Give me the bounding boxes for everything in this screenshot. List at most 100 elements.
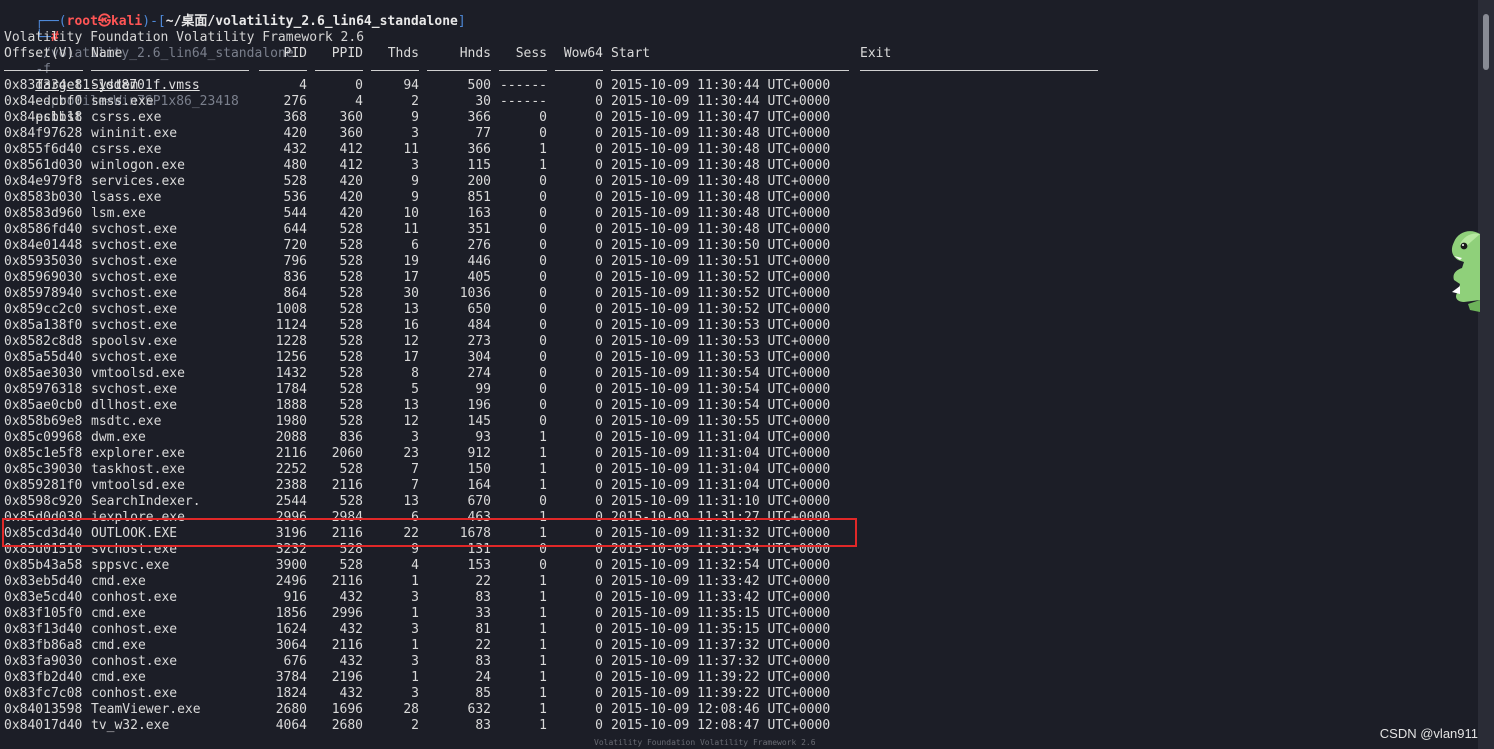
cell-thds: 6 <box>411 238 419 253</box>
cell-hnds: 145 <box>467 414 491 429</box>
terminal-window[interactable]: ┌──(root㉿kali)-[~/桌面/volatility_2.6_lin6… <box>0 0 1478 749</box>
cell-thds: 4 <box>411 558 419 573</box>
cell-sess: 1 <box>539 606 547 621</box>
cell-sess: 0 <box>539 366 547 381</box>
scrollbar-thumb[interactable] <box>1483 14 1489 70</box>
cell-sess: 0 <box>539 110 547 125</box>
cell-start: 2015-10-09 11:30:48 UTC+0000 <box>611 126 831 141</box>
cell-ppid: 2116 <box>331 638 363 653</box>
cell-pid: 480 <box>283 158 307 173</box>
cell-ppid: 432 <box>339 590 363 605</box>
process-row: 0x859281f0 vmtoolsd.exe 2388 2116 7 164 1 0 2015… <box>0 478 1200 494</box>
cell-offset: 0x85c39030 <box>4 462 83 477</box>
cell-thds: 9 <box>411 174 419 189</box>
cell-wow64: 0 <box>595 238 603 253</box>
process-row: 0x85c09968 dwm.exe 2088 836 3 93 1 0 2015-10-09 … <box>0 430 1200 446</box>
terminal-scrollbar[interactable] <box>1478 0 1494 749</box>
cell-name: dwm.exe <box>91 430 146 445</box>
cell-offset: 0x84e01448 <box>4 238 83 253</box>
process-row: 0x85969030 svchost.exe 836 528 17 405 0 0 2015-1… <box>0 270 1200 286</box>
cell-start: 2015-10-09 11:30:53 UTC+0000 <box>611 334 831 349</box>
cell-name: csrss.exe <box>91 142 162 157</box>
cell-name: svchost.exe <box>91 350 178 365</box>
cell-hnds: 304 <box>467 350 491 365</box>
cell-sess: 1 <box>539 670 547 685</box>
header-underline-start <box>611 70 849 71</box>
cell-sess: 1 <box>539 590 547 605</box>
cell-ppid: 836 <box>339 430 363 445</box>
cell-sess: 0 <box>539 174 547 189</box>
cell-hnds: 77 <box>475 126 491 141</box>
cell-pid: 2680 <box>275 702 307 717</box>
cell-ppid: 432 <box>339 686 363 701</box>
cell-offset: 0x858b69e8 <box>4 414 83 429</box>
header-underline-wow64 <box>555 70 603 71</box>
cell-hnds: 153 <box>467 558 491 573</box>
cell-thds: 3 <box>411 430 419 445</box>
cell-offset: 0x8598c920 <box>4 494 83 509</box>
process-row: 0x84013598 TeamViewer.exe 2680 1696 28 632 1 0 2… <box>0 702 1200 718</box>
cell-hnds: 484 <box>467 318 491 333</box>
cell-wow64: 0 <box>595 174 603 189</box>
cell-sess: 1 <box>539 430 547 445</box>
cell-pid: 1856 <box>275 606 307 621</box>
process-row: 0x8582c8d8 spoolsv.exe 1228 528 12 273 0 0 2015-… <box>0 334 1200 350</box>
cell-offset: 0x85ae3030 <box>4 366 83 381</box>
process-row: 0x83f13d40 conhost.exe 1624 432 3 81 1 0 2015-10… <box>0 622 1200 638</box>
cell-sess: 1 <box>539 654 547 669</box>
header-start: Start <box>611 46 651 61</box>
cell-hnds: 1036 <box>459 286 491 301</box>
command-line[interactable]: └─# ./volatility_2.6_lin64_standalone -f… <box>4 14 293 125</box>
cell-name: taskhost.exe <box>91 462 185 477</box>
cell-thds: 7 <box>411 462 419 477</box>
cell-start: 2015-10-09 11:30:52 UTC+0000 <box>611 270 831 285</box>
cell-wow64: 0 <box>595 126 603 141</box>
cell-start: 2015-10-09 11:30:48 UTC+0000 <box>611 174 831 189</box>
cell-pid: 3784 <box>275 670 307 685</box>
cell-pid: 1624 <box>275 622 307 637</box>
cell-pid: 1888 <box>275 398 307 413</box>
cell-pid: 1824 <box>275 686 307 701</box>
header-underline-exit <box>860 70 1098 71</box>
cell-offset: 0x8582c8d8 <box>4 334 83 349</box>
cell-hnds: 115 <box>467 158 491 173</box>
cell-thds: 8 <box>411 366 419 381</box>
process-row: 0x83fb86a8 cmd.exe 3064 2116 1 22 1 0 2015-10-09… <box>0 638 1200 654</box>
cell-wow64: 0 <box>595 318 603 333</box>
cell-hnds: 273 <box>467 334 491 349</box>
ghost-banner-bottom: Volatility Foundation Volatility Framewo… <box>594 738 816 747</box>
cell-pid: 2496 <box>275 574 307 589</box>
cell-hnds: 500 <box>467 78 491 93</box>
process-row: 0x85935030 svchost.exe 796 528 19 446 0 0 2015-1… <box>0 254 1200 270</box>
dinosaur-mascot-icon <box>1451 231 1480 312</box>
cell-pid: 368 <box>283 110 307 125</box>
cell-offset: 0x83fb2d40 <box>4 670 83 685</box>
cell-wow64: 0 <box>595 446 603 461</box>
cell-start: 2015-10-09 11:35:15 UTC+0000 <box>611 606 831 621</box>
cell-pid: 4 <box>299 78 307 93</box>
cell-thds: 1 <box>411 670 419 685</box>
cell-ppid: 528 <box>339 254 363 269</box>
cell-wow64: 0 <box>595 718 603 733</box>
cell-start: 2015-10-09 11:30:53 UTC+0000 <box>611 318 831 333</box>
cell-ppid: 528 <box>339 238 363 253</box>
cell-start: 2015-10-09 11:30:54 UTC+0000 <box>611 366 831 381</box>
cell-thds: 1 <box>411 606 419 621</box>
cell-name: svchost.exe <box>91 382 178 397</box>
cell-wow64: 0 <box>595 334 603 349</box>
cell-pid: 3900 <box>275 558 307 573</box>
cell-start: 2015-10-09 11:30:48 UTC+0000 <box>611 190 831 205</box>
cell-hnds: 22 <box>475 574 491 589</box>
cell-thds: 3 <box>411 590 419 605</box>
cell-hnds: 150 <box>467 462 491 477</box>
process-row: 0x85976318 svchost.exe 1784 528 5 99 0 0 2015-10… <box>0 382 1200 398</box>
cell-ppid: 528 <box>339 222 363 237</box>
cell-ppid: 2680 <box>331 718 363 733</box>
cell-name: explorer.exe <box>91 446 185 461</box>
cell-wow64: 0 <box>595 590 603 605</box>
cell-sess: 0 <box>539 302 547 317</box>
cell-sess: 1 <box>539 462 547 477</box>
cell-offset: 0x83fc7c08 <box>4 686 83 701</box>
cell-ppid: 432 <box>339 654 363 669</box>
cell-ppid: 412 <box>339 158 363 173</box>
